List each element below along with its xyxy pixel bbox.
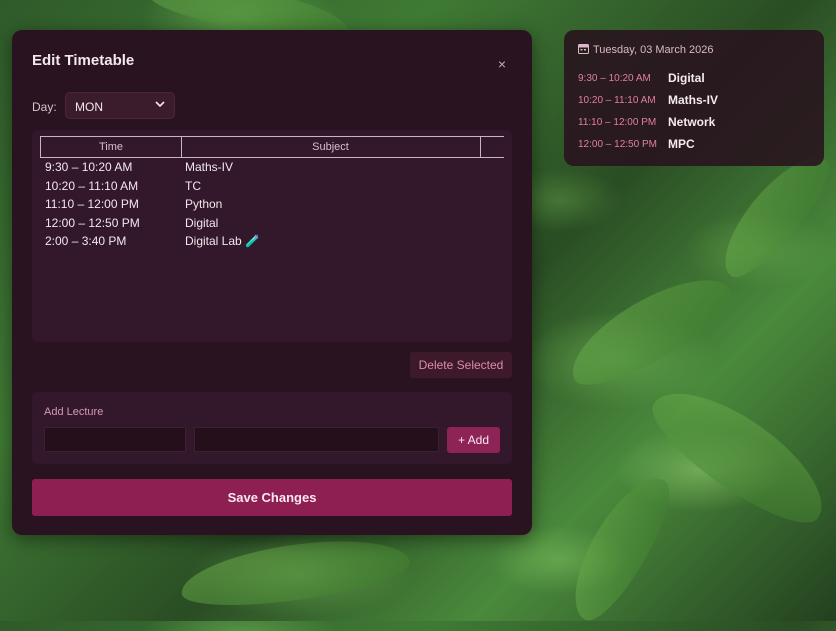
widget-row-subject: MPC — [668, 137, 695, 151]
table-row[interactable]: 10:20 – 11:10 AM TC — [40, 177, 504, 196]
widget-row-time: 9:30 – 10:20 AM — [578, 73, 651, 84]
table-body: 9:30 – 10:20 AM Maths-IV 10:20 – 11:10 A… — [40, 158, 504, 251]
list-item: 9:30 – 10:20 AM Digital — [578, 71, 814, 93]
table-row[interactable]: 2:00 – 3:40 PM Digital Lab 🧪 — [40, 232, 504, 251]
row-subject: Python — [185, 197, 223, 212]
chevron-down-icon — [155, 101, 165, 108]
day-label: Day: — [32, 100, 57, 114]
add-lecture-panel: Add Lecture + Add — [32, 392, 512, 464]
background-leaf — [638, 368, 836, 542]
today-schedule-widget: Tuesday, 03 March 2026 9:30 – 10:20 AM D… — [564, 30, 824, 166]
save-changes-button[interactable]: Save Changes — [32, 479, 512, 516]
close-icon[interactable]: × — [494, 56, 510, 72]
dialog-title: Edit Timetable — [32, 52, 135, 69]
day-select[interactable]: MON — [65, 92, 175, 119]
row-time: 10:20 – 11:10 AM — [45, 178, 139, 193]
background-leaf — [556, 464, 684, 631]
row-subject: TC — [185, 178, 201, 193]
row-subject: Digital Lab 🧪 — [185, 234, 260, 249]
calendar-icon — [578, 44, 589, 54]
delete-selected-button[interactable]: Delete Selected — [410, 352, 512, 378]
background-leaf — [177, 529, 413, 616]
lecture-time-input[interactable] — [44, 427, 186, 452]
table-row[interactable]: 11:10 – 12:00 PM Python — [40, 195, 504, 214]
timetable-table: Time Subject 9:30 – 10:20 AM Maths-IV 10… — [32, 130, 512, 342]
table-header: Time Subject — [40, 136, 504, 158]
column-header-subject[interactable]: Subject — [181, 137, 481, 157]
edit-timetable-dialog: Edit Timetable × Day: MON Time Subject 9… — [12, 30, 532, 535]
row-time: 9:30 – 10:20 AM — [45, 160, 133, 174]
add-lecture-button[interactable]: + Add — [447, 427, 500, 453]
row-time: 11:10 – 12:00 PM — [45, 197, 139, 212]
list-item: 11:10 – 12:00 PM Network — [578, 115, 814, 137]
widget-header: Tuesday, 03 March 2026 — [578, 43, 713, 56]
list-item: 12:00 – 12:50 PM MPC — [578, 137, 814, 159]
widget-row-subject: Digital — [668, 71, 705, 85]
row-time: 2:00 – 3:40 PM — [45, 234, 127, 249]
column-header-time[interactable]: Time — [40, 137, 182, 157]
widget-row-time: 12:00 – 12:50 PM — [578, 139, 657, 150]
day-select-value: MON — [75, 100, 103, 114]
row-subject: Maths-IV — [185, 160, 234, 174]
list-item: 10:20 – 11:10 AM Maths-IV — [578, 93, 814, 115]
row-subject: Digital — [185, 215, 219, 230]
table-row[interactable]: 12:00 – 12:50 PM Digital — [40, 214, 504, 233]
row-time: 12:00 – 12:50 PM — [45, 215, 140, 230]
table-row[interactable]: 9:30 – 10:20 AM Maths-IV — [40, 158, 504, 177]
widget-date: Tuesday, 03 March 2026 — [593, 44, 714, 56]
lecture-subject-input[interactable] — [194, 427, 439, 452]
widget-list: 9:30 – 10:20 AM Digital 10:20 – 11:10 AM… — [578, 71, 814, 159]
widget-row-subject: Network — [668, 115, 716, 129]
widget-row-subject: Maths-IV — [668, 93, 719, 107]
add-lecture-title: Add Lecture — [44, 406, 104, 418]
widget-row-time: 11:10 – 12:00 PM — [578, 117, 657, 128]
widget-row-time: 10:20 – 11:10 AM — [578, 95, 656, 106]
background-leaf — [557, 259, 743, 401]
